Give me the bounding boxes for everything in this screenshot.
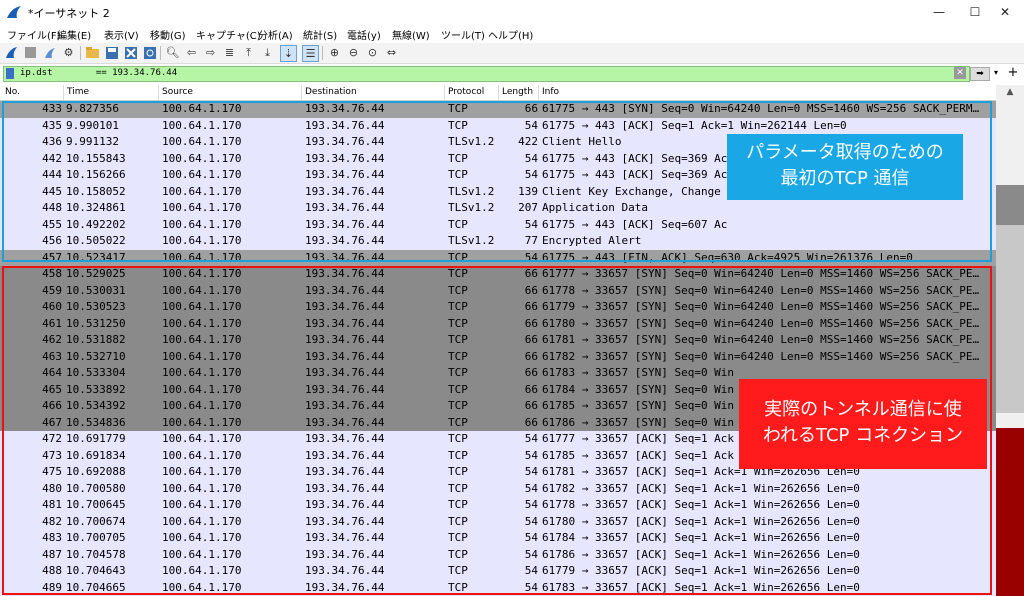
first-packet-icon[interactable]: ⤒ <box>241 45 256 60</box>
toolbar-separator <box>322 46 323 60</box>
scrollbar-minimap-marker <box>996 185 1024 225</box>
column-source[interactable]: Source <box>162 87 193 97</box>
column-divider[interactable] <box>63 85 64 100</box>
menu-analyze[interactable]: 分析(A) <box>258 27 293 42</box>
go-forward-icon[interactable]: ⇨ <box>203 45 218 60</box>
column-divider[interactable] <box>158 85 159 100</box>
menu-wireless[interactable]: 無線(W) <box>392 27 430 42</box>
menu-go[interactable]: 移動(G) <box>150 27 186 42</box>
start-capture-icon[interactable] <box>4 45 19 60</box>
save-file-icon[interactable] <box>104 45 119 60</box>
column-divider[interactable] <box>301 85 302 100</box>
bookmark-icon[interactable] <box>6 68 14 79</box>
find-packet-icon[interactable]: 🔍︎ <box>165 45 180 60</box>
capture-options-icon[interactable]: ⚙ <box>61 45 76 60</box>
zoom-in-icon[interactable]: ⊕ <box>327 45 342 60</box>
go-back-icon[interactable]: ⇦ <box>184 45 199 60</box>
clear-filter-icon[interactable]: ✕ <box>954 67 966 79</box>
menu-bar: ファイル(F) 編集(E) 表示(V) 移動(G) キャプチャ(C) 分析(A)… <box>0 24 1024 43</box>
apply-filter-button[interactable]: ➡ <box>970 67 990 81</box>
last-packet-icon[interactable]: ⤓ <box>260 45 275 60</box>
restart-capture-icon[interactable] <box>42 45 57 60</box>
column-length[interactable]: Length <box>502 87 533 97</box>
normal-size-icon[interactable]: ⊙ <box>365 45 380 60</box>
callout-line: われるTCP コネクション <box>762 425 964 446</box>
reload-file-icon[interactable] <box>142 45 157 60</box>
open-file-icon[interactable] <box>85 45 100 60</box>
menu-view[interactable]: 表示(V) <box>104 27 139 42</box>
menu-edit[interactable]: 編集(E) <box>57 27 91 42</box>
display-filter-bar: ip.dst == 193.34.76.44 ✕ ➡ ▾ + <box>0 64 1024 84</box>
column-divider[interactable] <box>498 85 499 100</box>
menu-capture[interactable]: キャプチャ(C) <box>196 27 261 42</box>
menu-help[interactable]: ヘルプ(H) <box>488 27 533 42</box>
scrollbar-minimap-marker <box>996 428 1024 596</box>
colorize-icon[interactable]: ☰ <box>302 45 319 62</box>
menu-statistics[interactable]: 統計(S) <box>303 27 337 42</box>
menu-telephony[interactable]: 電話(y) <box>347 27 381 42</box>
callout-line: 最初のTCP 通信 <box>780 168 910 189</box>
go-to-packet-icon[interactable]: ≣ <box>222 45 237 60</box>
callout-tunnel-tcp: 実際のトンネル通信に使 われるTCP コネクション <box>739 379 987 469</box>
column-no[interactable]: No. <box>5 87 20 97</box>
main-toolbar: ⚙ 🔍︎ ⇦ ⇨ ≣ ⤒ ⤓ ⇣ ☰ ⊕ ⊖ ⊙ ⇔ <box>0 43 1024 64</box>
callout-line: 実際のトンネル通信に使 <box>764 399 962 420</box>
callout-line: パラメータ取得のための <box>746 142 944 163</box>
scroll-up-icon[interactable]: ▲ <box>996 85 1024 99</box>
column-divider[interactable] <box>444 85 445 100</box>
column-time[interactable]: Time <box>67 87 89 97</box>
column-info[interactable]: Info <box>542 87 559 97</box>
window-title: *イーサネット 2 <box>28 7 110 20</box>
stop-capture-icon[interactable] <box>23 45 38 60</box>
menu-file[interactable]: ファイル(F) <box>7 27 61 42</box>
close-file-icon[interactable] <box>123 45 138 60</box>
vertical-scrollbar[interactable]: ▲ <box>996 85 1024 596</box>
filter-text[interactable]: ip.dst == 193.34.76.44 <box>20 68 177 78</box>
toolbar-separator <box>160 46 161 60</box>
column-destination[interactable]: Destination <box>305 87 357 97</box>
zoom-out-icon[interactable]: ⊖ <box>346 45 361 60</box>
add-filter-button[interactable]: + <box>1006 65 1020 81</box>
chevron-down-icon[interactable]: ▾ <box>991 67 1001 79</box>
display-filter-input[interactable]: ip.dst == 193.34.76.44 <box>3 66 970 82</box>
menu-tools[interactable]: ツール(T) <box>441 27 485 42</box>
resize-columns-icon[interactable]: ⇔ <box>384 45 399 60</box>
wireshark-fin-icon <box>7 6 21 18</box>
title-bar: *イーサネット 2 — ☐ ✕ <box>0 0 1024 24</box>
autoscroll-icon[interactable]: ⇣ <box>280 45 297 62</box>
column-protocol[interactable]: Protocol <box>448 87 484 97</box>
column-divider[interactable] <box>538 85 539 100</box>
close-button[interactable]: ✕ <box>982 0 1024 24</box>
packet-list-header: No. Time Source Destination Protocol Len… <box>0 85 996 101</box>
callout-initial-tcp: パラメータ取得のための 最初のTCP 通信 <box>727 134 963 200</box>
toolbar-separator <box>80 46 81 60</box>
